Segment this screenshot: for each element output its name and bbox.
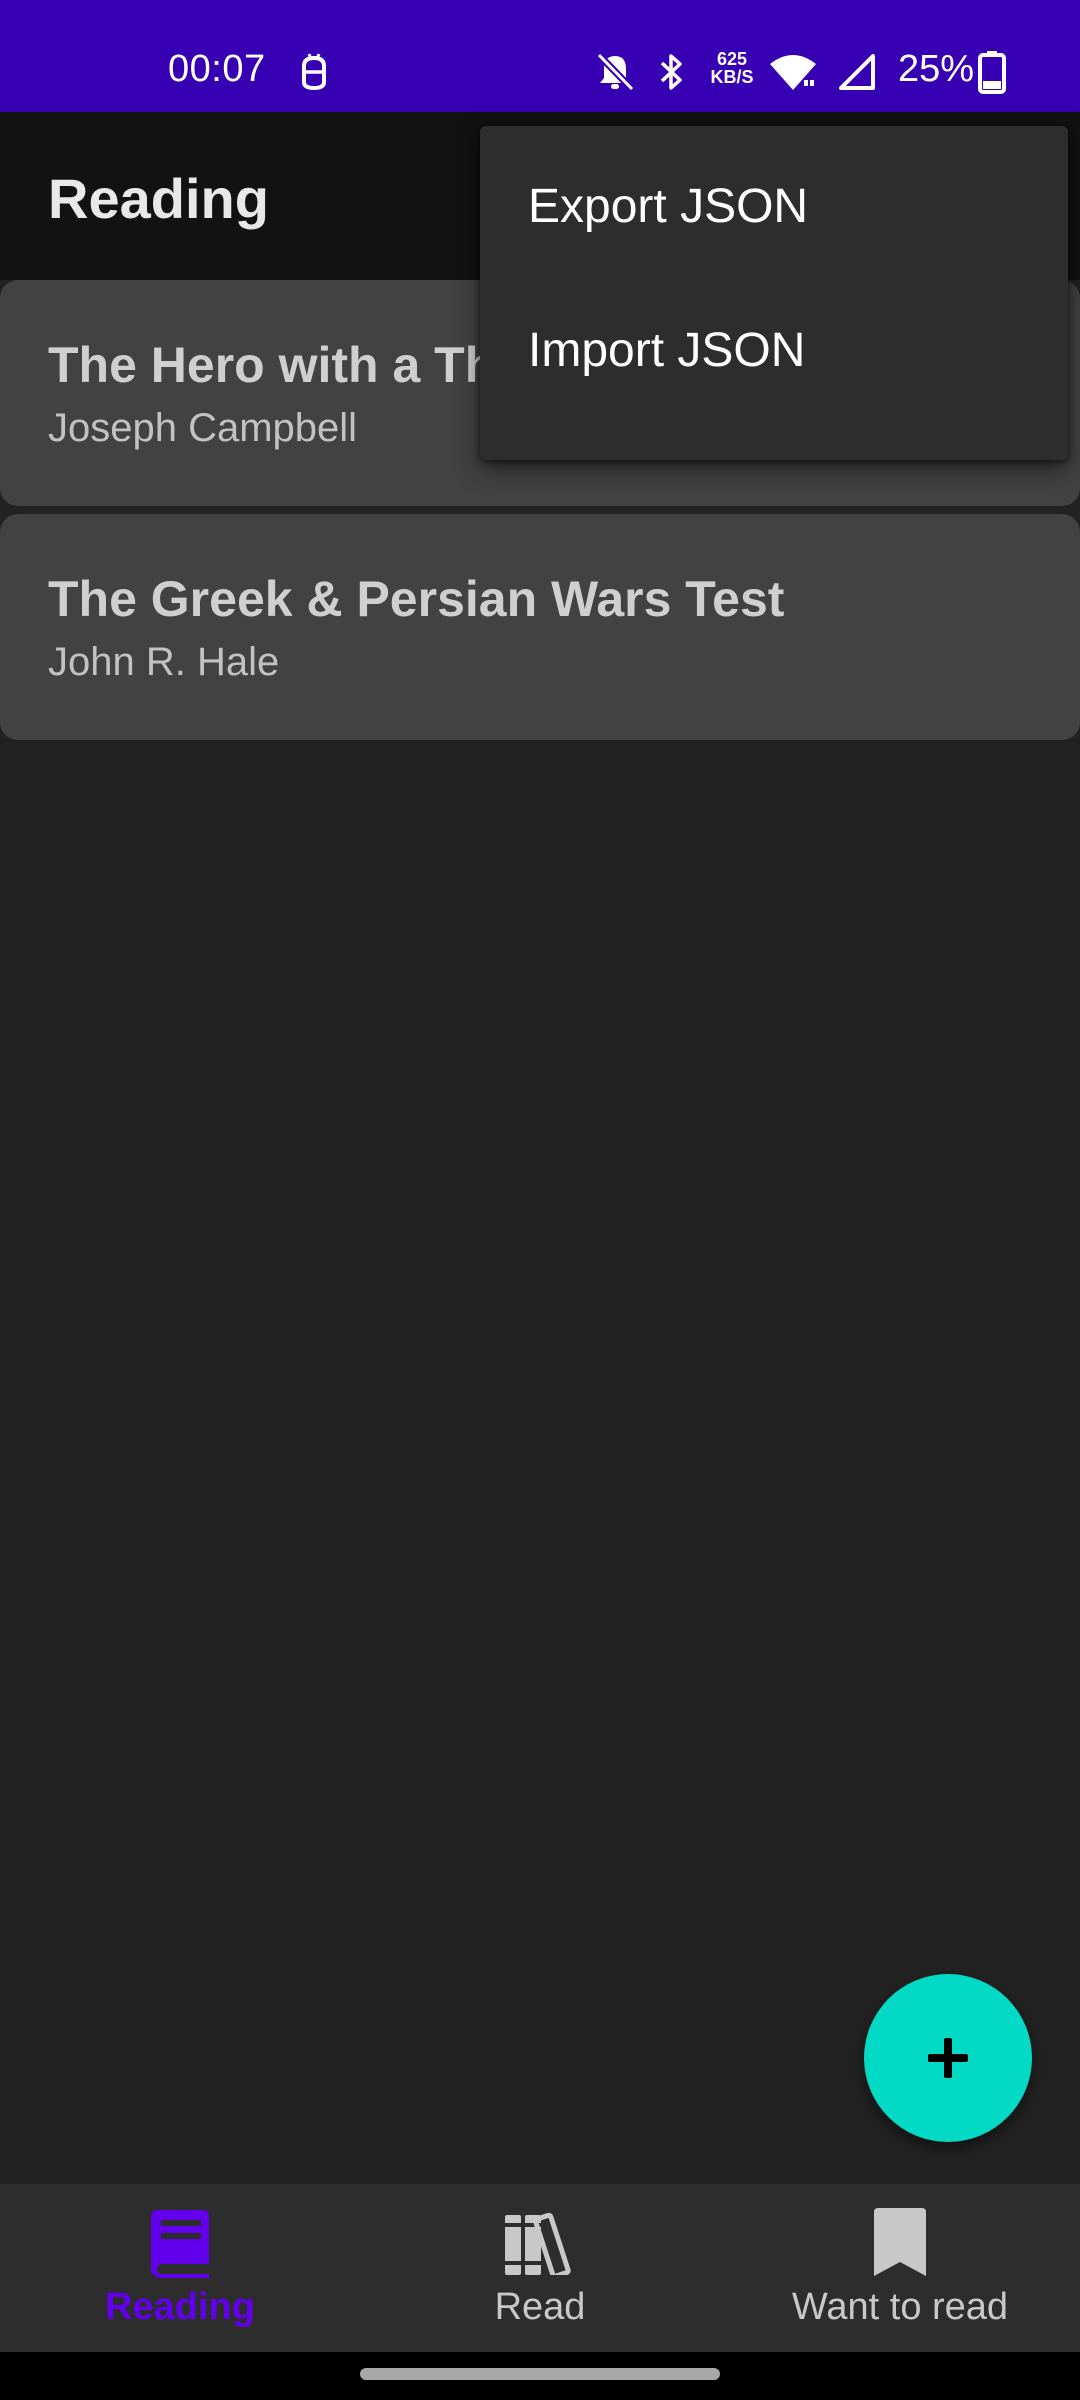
status-bar: 00:07 625 KB/S 25% xyxy=(0,0,1080,112)
battery-icon xyxy=(976,48,1008,96)
bookmark-icon xyxy=(720,2206,1080,2278)
book-card[interactable]: The Greek & Persian Wars Test John R. Ha… xyxy=(0,514,1080,740)
book-author: John R. Hale xyxy=(48,640,280,684)
battery-percent: 25% xyxy=(898,48,975,90)
nav-label-read: Read xyxy=(494,2286,586,2328)
menu-item-export-json[interactable]: Export JSON xyxy=(480,134,1068,278)
book-icon xyxy=(0,2206,360,2278)
bell-off-icon xyxy=(594,48,636,96)
menu-item-import-json[interactable]: Import JSON xyxy=(480,278,1068,422)
network-speed-unit: KB/S xyxy=(710,67,754,87)
book-title: The Greek & Persian Wars Test xyxy=(48,571,785,627)
wifi-icon xyxy=(768,48,818,96)
nav-label-reading: Reading xyxy=(105,2286,255,2328)
gesture-area xyxy=(0,2352,1080,2400)
nav-label-want-to-read: Want to read xyxy=(791,2286,1009,2328)
add-book-button[interactable] xyxy=(864,1974,1032,2142)
overflow-menu: Export JSON Import JSON xyxy=(480,126,1068,460)
nav-item-read[interactable]: Read xyxy=(360,2184,720,2352)
status-time: 00:07 xyxy=(168,48,266,90)
book-author: Joseph Campbell xyxy=(48,406,358,450)
nav-item-want-to-read[interactable]: Want to read xyxy=(720,2184,1080,2352)
bluetooth-icon xyxy=(656,48,686,96)
cell-signal-icon xyxy=(836,48,878,96)
nav-item-reading[interactable]: Reading xyxy=(0,2184,360,2352)
bottom-nav: Reading Read Want to read xyxy=(0,2184,1080,2352)
screen: 00:07 625 KB/S 25% Reading The Hero with… xyxy=(0,0,1080,2400)
page-title: Reading xyxy=(48,167,269,230)
network-speed-value: 625 xyxy=(716,49,748,69)
plus-icon xyxy=(928,2038,968,2078)
home-gesture-handle[interactable] xyxy=(360,2368,720,2380)
debug-bug-icon xyxy=(296,48,332,96)
network-speed: 625 KB/S xyxy=(709,50,755,86)
bookshelf-icon xyxy=(360,2206,720,2278)
